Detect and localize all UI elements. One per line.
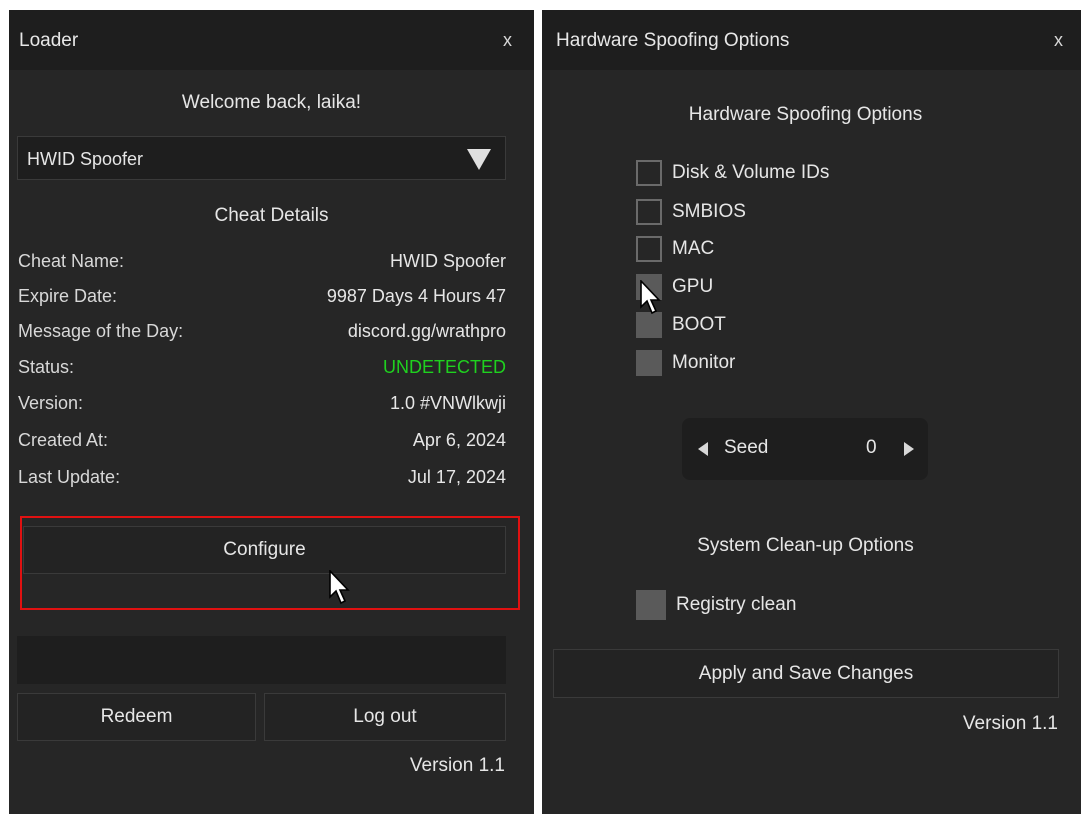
detail-label: Last Update:	[18, 467, 121, 487]
checkbox[interactable]	[636, 590, 666, 620]
loader-window: Loader x Welcome back, laika! HWID Spoof…	[9, 10, 534, 814]
detail-value: Jul 17, 2024	[407, 467, 506, 487]
seed-value: 0	[866, 437, 877, 458]
status-badge: UNDETECTED	[382, 357, 506, 377]
detail-value: discord.gg/wrathpro	[347, 321, 506, 341]
detail-label: Expire Date:	[18, 286, 118, 306]
welcome-text: Welcome back, laika!	[181, 92, 362, 113]
configure-progress-bar	[23, 574, 503, 602]
detail-created-at: Created At: Apr 6, 2024	[18, 430, 506, 454]
option-label: BOOT	[672, 314, 726, 335]
checkbox[interactable]	[636, 236, 662, 262]
detail-version: Version: 1.0 #VNWlkwji	[18, 393, 506, 417]
detail-value: Apr 6, 2024	[412, 430, 506, 450]
detail-motd: Message of the Day: discord.gg/wrathpro	[18, 321, 506, 345]
checkbox[interactable]	[636, 199, 662, 225]
key-input[interactable]	[17, 636, 506, 684]
version-label: Version 1.1	[409, 755, 505, 776]
hardware-spoofing-window: Hardware Spoofing Options x Hardware Spo…	[542, 10, 1081, 814]
close-button[interactable]: x	[503, 30, 512, 51]
cheat-select-value: HWID Spoofer	[27, 149, 144, 169]
option-label: Registry clean	[676, 594, 797, 615]
loader-titlebar[interactable]: Loader x	[9, 10, 534, 70]
window-title: Hardware Spoofing Options	[556, 30, 790, 51]
option-label: SMBIOS	[672, 201, 746, 222]
checkbox[interactable]	[636, 160, 662, 186]
checkbox[interactable]	[636, 274, 662, 300]
option-label: MAC	[672, 238, 715, 259]
cheat-select[interactable]: HWID Spoofer	[17, 136, 506, 180]
option-label: Monitor	[672, 352, 736, 373]
hw-titlebar[interactable]: Hardware Spoofing Options x	[542, 10, 1081, 70]
detail-value: 9987 Days 4 Hours 47	[326, 286, 506, 306]
logout-button[interactable]: Log out	[264, 693, 506, 741]
redeem-button[interactable]: Redeem	[17, 693, 256, 741]
detail-cheat-name: Cheat Name: HWID Spoofer	[18, 251, 506, 275]
option-label: GPU	[672, 276, 714, 297]
arrow-right-icon[interactable]	[904, 442, 914, 456]
detail-label: Status:	[18, 357, 75, 377]
close-button[interactable]: x	[1054, 30, 1063, 51]
detail-last-update: Last Update: Jul 17, 2024	[18, 467, 506, 491]
window-title: Loader	[19, 30, 79, 51]
apply-save-button[interactable]: Apply and Save Changes	[553, 649, 1059, 698]
detail-label: Version:	[18, 393, 84, 413]
cleanup-options-heading: System Clean-up Options	[697, 535, 914, 556]
detail-status: Status: UNDETECTED	[18, 357, 506, 381]
configure-button[interactable]: Configure	[23, 526, 506, 574]
arrow-left-icon[interactable]	[698, 442, 708, 456]
detail-value: HWID Spoofer	[389, 251, 506, 271]
seed-label: Seed	[724, 437, 769, 458]
detail-value: 1.0 #VNWlkwji	[389, 393, 506, 413]
version-label: Version 1.1	[962, 713, 1058, 734]
detail-expire-date: Expire Date: 9987 Days 4 Hours 47	[18, 286, 506, 310]
cheat-details-heading: Cheat Details	[214, 205, 329, 226]
detail-label: Cheat Name:	[18, 251, 125, 271]
option-label: Disk & Volume IDs	[672, 162, 830, 183]
triangle-down-icon	[467, 149, 491, 170]
seed-stepper[interactable]: Seed 0	[682, 418, 928, 480]
detail-label: Created At:	[18, 430, 109, 450]
checkbox[interactable]	[636, 350, 662, 376]
checkbox[interactable]	[636, 312, 662, 338]
hw-options-heading: Hardware Spoofing Options	[688, 104, 923, 125]
detail-label: Message of the Day:	[18, 321, 184, 341]
